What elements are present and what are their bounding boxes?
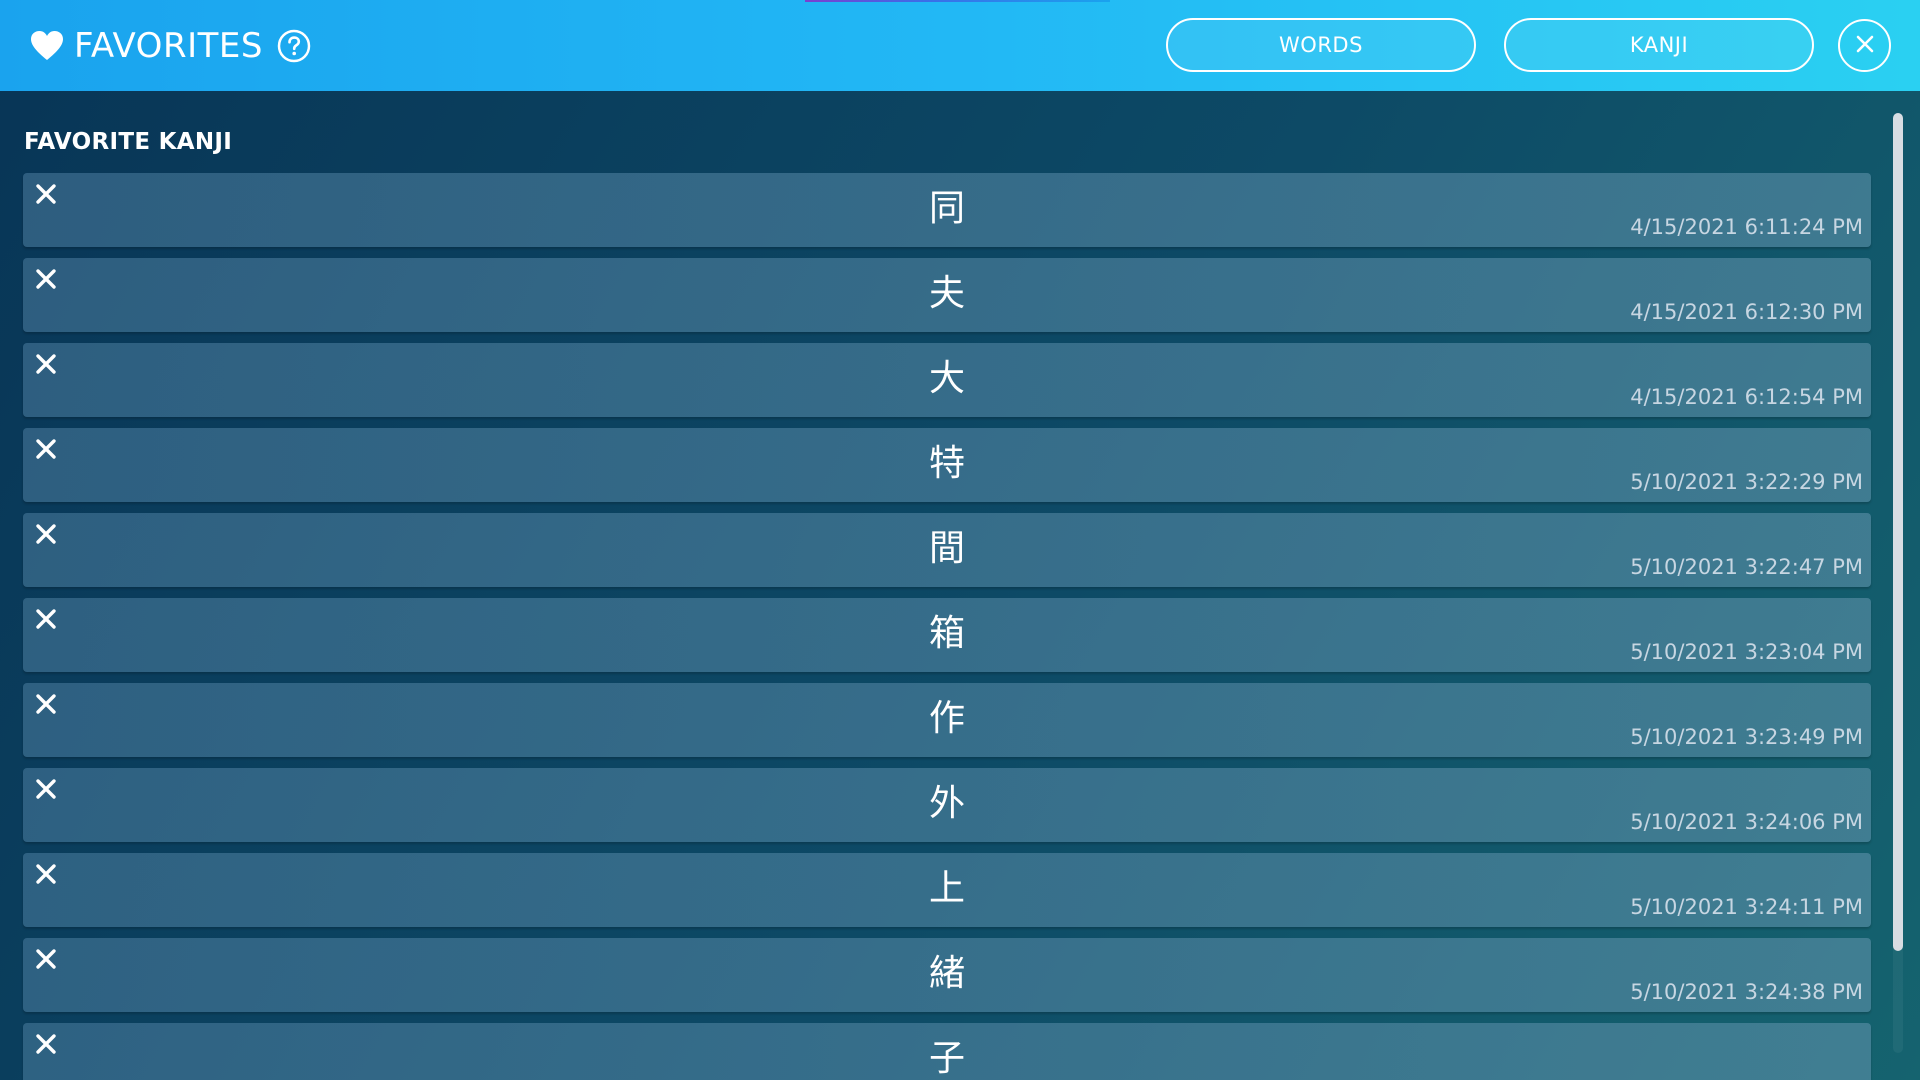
- kanji-character: 大: [928, 358, 965, 399]
- favorite-row[interactable]: 上 5/10/2021 3:24:11 PM: [23, 853, 1871, 927]
- favorite-row[interactable]: 間 5/10/2021 3:22:47 PM: [23, 513, 1871, 587]
- favorite-kanji-list: 同 4/15/2021 6:11:24 PM 夫 4/15/2021 6:12:…: [23, 173, 1871, 1080]
- close-button[interactable]: [1838, 19, 1891, 72]
- section-title: FAVORITE KANJI: [24, 129, 233, 155]
- favorite-date: 5/10/2021 3:22:29 PM: [1630, 470, 1863, 494]
- kanji-character: 上: [928, 868, 965, 909]
- favorite-row[interactable]: 同 4/15/2021 6:11:24 PM: [23, 173, 1871, 247]
- kanji-character: 同: [928, 188, 965, 229]
- scrollbar-thumb[interactable]: [1893, 113, 1903, 951]
- accent-line: [805, 0, 1110, 2]
- favorite-row[interactable]: 作 5/10/2021 3:23:49 PM: [23, 683, 1871, 757]
- heart-icon: [30, 30, 64, 62]
- favorites-window: FAVORITES WORDS KANJI FAVORITE KANJI 同 4…: [0, 0, 1920, 1080]
- favorite-row[interactable]: 子: [23, 1023, 1871, 1080]
- favorite-date: 5/10/2021 3:24:06 PM: [1630, 810, 1863, 834]
- scrollbar-track[interactable]: [1893, 113, 1903, 1053]
- favorite-date: 5/10/2021 3:22:47 PM: [1630, 555, 1863, 579]
- favorite-date: 5/10/2021 3:23:04 PM: [1630, 640, 1863, 664]
- favorite-date: 5/10/2021 3:24:38 PM: [1630, 980, 1863, 1004]
- kanji-character: 緒: [928, 953, 965, 994]
- header-bar: FAVORITES WORDS KANJI: [0, 0, 1920, 91]
- kanji-tab-button[interactable]: KANJI: [1504, 18, 1814, 72]
- words-tab-button[interactable]: WORDS: [1166, 18, 1476, 72]
- favorite-date: 4/15/2021 6:12:54 PM: [1630, 385, 1863, 409]
- favorite-row[interactable]: 大 4/15/2021 6:12:54 PM: [23, 343, 1871, 417]
- favorite-row[interactable]: 外 5/10/2021 3:24:06 PM: [23, 768, 1871, 842]
- favorite-row[interactable]: 箱 5/10/2021 3:23:04 PM: [23, 598, 1871, 672]
- favorite-date: 5/10/2021 3:23:49 PM: [1630, 725, 1863, 749]
- kanji-character: 特: [928, 443, 965, 484]
- kanji-character: 夫: [928, 273, 965, 314]
- favorite-row[interactable]: 夫 4/15/2021 6:12:30 PM: [23, 258, 1871, 332]
- kanji-character: 子: [928, 1038, 965, 1079]
- favorite-row[interactable]: 特 5/10/2021 3:22:29 PM: [23, 428, 1871, 502]
- favorite-date: 4/15/2021 6:12:30 PM: [1630, 300, 1863, 324]
- kanji-character: 間: [928, 528, 965, 569]
- page-title: FAVORITES: [74, 25, 263, 66]
- title-group: FAVORITES: [30, 0, 311, 91]
- help-icon[interactable]: [277, 29, 311, 63]
- kanji-character: 外: [928, 783, 965, 824]
- kanji-character: 作: [928, 698, 965, 739]
- favorites-content: FAVORITE KANJI 同 4/15/2021 6:11:24 PM 夫 …: [0, 91, 1920, 1080]
- favorite-date: 5/10/2021 3:24:11 PM: [1630, 895, 1863, 919]
- close-icon: [1855, 34, 1875, 58]
- kanji-character: 箱: [928, 613, 965, 654]
- favorite-date: 4/15/2021 6:11:24 PM: [1630, 215, 1863, 239]
- favorite-row[interactable]: 緒 5/10/2021 3:24:38 PM: [23, 938, 1871, 1012]
